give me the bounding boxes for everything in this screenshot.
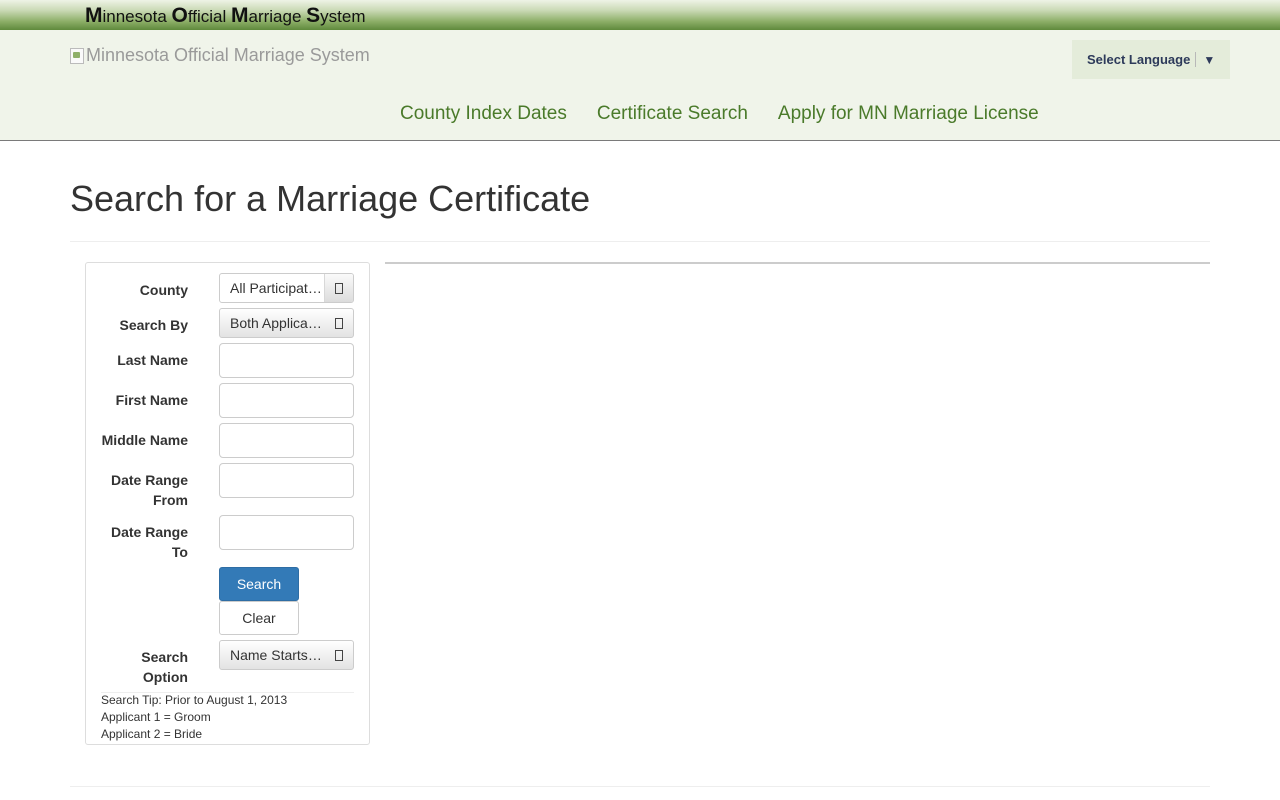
language-divider xyxy=(1195,52,1197,67)
title-word: ystem xyxy=(320,7,366,26)
site-header: Minnesota Official Marriage System Selec… xyxy=(0,30,1280,141)
first-name-input[interactable] xyxy=(219,383,354,418)
search-option-select[interactable]: Name Starts With xyxy=(219,640,354,670)
title-initial: O xyxy=(171,4,188,27)
search-by-select[interactable]: Both Applicants xyxy=(219,308,354,338)
date-to-input[interactable] xyxy=(219,515,354,550)
language-selector[interactable]: Select Language ▼ xyxy=(1072,40,1230,79)
date-from-label-line: Date Range xyxy=(110,472,188,488)
search-button[interactable]: Search xyxy=(219,567,299,601)
main-nav: County Index Dates Certificate Search Ap… xyxy=(400,103,1039,125)
page-title: Search for a Marriage Certificate xyxy=(70,178,591,219)
results-area-divider xyxy=(385,262,1210,264)
date-to-label: Date Range To xyxy=(111,522,188,562)
title-initial: S xyxy=(306,4,321,27)
search-option-selected-value: Name Starts With xyxy=(230,647,324,663)
title-initial: M xyxy=(85,4,103,27)
clear-button[interactable]: Clear xyxy=(219,601,299,635)
footer-divider xyxy=(70,786,1210,787)
language-label: Select Language xyxy=(1087,52,1191,67)
first-name-label: First Name xyxy=(115,392,188,408)
search-form-panel: County All Participating Counties Search… xyxy=(85,262,370,745)
select-caret-icon xyxy=(324,274,353,302)
date-to-label-line: To xyxy=(171,544,188,560)
logo-alt-text: Minnesota Official Marriage System xyxy=(86,45,370,65)
title-word: arriage xyxy=(248,7,307,26)
search-option-label: Search Option xyxy=(141,647,188,687)
county-selected-value: All Participating Counties xyxy=(230,280,324,296)
last-name-label: Last Name xyxy=(117,352,188,368)
search-option-label-line: Search xyxy=(141,649,188,665)
top-banner: Minnesota Official Marriage System xyxy=(0,0,1280,30)
site-title: Minnesota Official Marriage System xyxy=(85,4,366,28)
search-tip: Search Tip: Prior to August 1, 2013 xyxy=(101,693,288,707)
nav-certificate-search[interactable]: Certificate Search xyxy=(597,103,748,125)
broken-image-icon xyxy=(70,47,84,64)
site-logo-link[interactable]: Minnesota Official Marriage System xyxy=(70,45,370,66)
nav-county-index-dates[interactable]: County Index Dates xyxy=(400,103,567,125)
date-from-label: Date Range From xyxy=(111,470,188,510)
divider xyxy=(70,241,1210,242)
county-label: County xyxy=(139,282,188,298)
last-name-input[interactable] xyxy=(219,343,354,378)
nav-apply-license[interactable]: Apply for MN Marriage License xyxy=(778,103,1039,125)
title-word: innesota xyxy=(102,7,172,26)
search-tip-applicant-1: Applicant 1 = Groom xyxy=(101,710,211,724)
search-tip-applicant-2: Applicant 2 = Bride xyxy=(101,727,203,741)
middle-name-label: Middle Name xyxy=(101,432,188,448)
county-select[interactable]: All Participating Counties xyxy=(219,273,354,303)
title-initial: M xyxy=(231,4,249,27)
date-from-label-line: From xyxy=(153,492,188,508)
search-by-label: Search By xyxy=(119,317,188,333)
dropdown-arrow-icon: ▼ xyxy=(1203,52,1216,67)
title-word: fficial xyxy=(187,7,231,26)
search-option-label-line: Option xyxy=(142,669,188,685)
select-caret-icon xyxy=(324,309,353,337)
search-by-selected-value: Both Applicants xyxy=(230,315,324,331)
date-to-label-line: Date Range xyxy=(110,524,188,540)
select-caret-icon xyxy=(324,641,353,669)
date-from-input[interactable] xyxy=(219,463,354,498)
middle-name-input[interactable] xyxy=(219,423,354,458)
